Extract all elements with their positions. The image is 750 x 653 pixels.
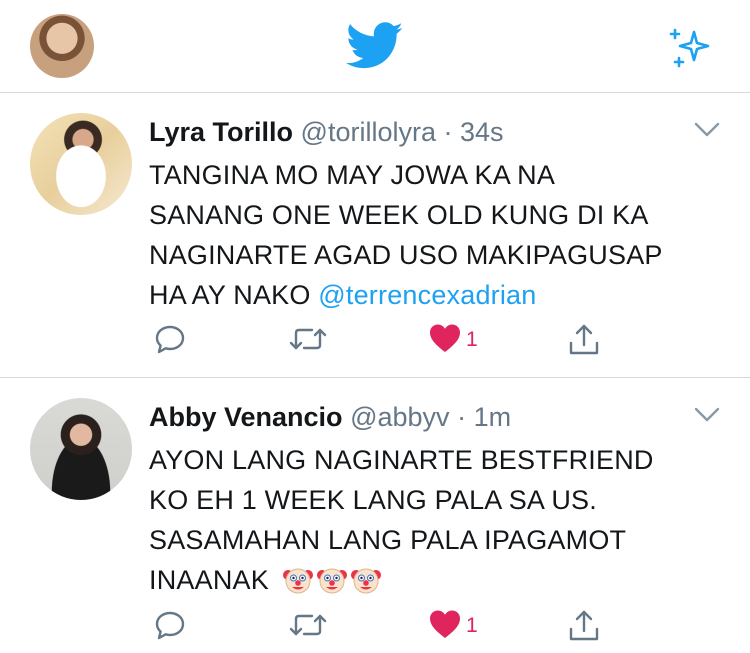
top-header	[0, 0, 750, 93]
chevron-down-icon[interactable]	[694, 121, 720, 139]
twitter-bird-icon[interactable]	[346, 22, 404, 70]
retweet-icon[interactable]	[288, 608, 328, 642]
profile-avatar[interactable]	[30, 14, 94, 78]
retweet-icon[interactable]	[288, 322, 328, 356]
heart-icon[interactable]	[428, 608, 462, 640]
tweet-line: KO EH 1 WEEK LANG PALA SA US.	[149, 485, 597, 515]
reply-icon[interactable]	[153, 322, 187, 356]
tweet-line-text: HA AY NAKO	[149, 280, 311, 310]
sparkle-icon[interactable]	[666, 24, 714, 72]
display-name[interactable]: Lyra Torillo	[149, 117, 293, 147]
tweet-actions: 1	[0, 322, 750, 362]
tweet[interactable]: Lyra Torillo @torillolyra · 34s TANGINA …	[0, 93, 750, 378]
display-name[interactable]: Abby Venancio	[149, 402, 343, 432]
separator-dot: ·	[457, 402, 467, 432]
avatar[interactable]	[30, 398, 132, 500]
tweet-line: AYON LANG NAGINARTE BESTFRIEND	[149, 445, 654, 475]
like-count: 1	[466, 328, 478, 351]
clown-face-emoji	[282, 568, 313, 594]
tweet[interactable]: Abby Venancio @abbyv · 1m AYON LANG NAGI…	[0, 378, 750, 653]
tweet-line-last: HA AY NAKO @terrencexadrian	[149, 275, 729, 315]
clown-face-emoji	[316, 568, 347, 594]
clown-face-emoji	[350, 568, 381, 594]
emoji-group	[282, 565, 381, 595]
timestamp[interactable]: 34s	[460, 117, 504, 147]
user-handle[interactable]: @abbyv	[350, 402, 449, 432]
avatar[interactable]	[30, 113, 132, 215]
timestamp[interactable]: 1m	[474, 402, 512, 432]
separator-dot: ·	[443, 117, 453, 147]
mention-link[interactable]: @terrencexadrian	[318, 280, 536, 310]
tweet-line: SANANG ONE WEEK OLD KUNG DI KA	[149, 200, 649, 230]
share-icon[interactable]	[567, 322, 601, 358]
tweet-text: TANGINA MO MAY JOWA KA NA SANANG ONE WEE…	[149, 155, 729, 315]
tweet-header: Abby Venancio @abbyv · 1m	[149, 400, 511, 434]
user-handle[interactable]: @torillolyra	[301, 117, 436, 147]
tweet-line-text: INAANAK	[149, 565, 269, 595]
tweet-text: AYON LANG NAGINARTE BESTFRIEND KO EH 1 W…	[149, 440, 729, 600]
tweet-line: TANGINA MO MAY JOWA KA NA	[149, 160, 556, 190]
tweet-header: Lyra Torillo @torillolyra · 34s	[149, 115, 504, 149]
tweet-line: SASAMAHAN LANG PALA IPAGAMOT	[149, 525, 627, 555]
heart-icon[interactable]	[428, 322, 462, 354]
tweet-actions: 1	[0, 608, 750, 648]
like-count: 1	[466, 614, 478, 637]
tweet-line: NAGINARTE AGAD USO MAKIPAGUSAP	[149, 240, 663, 270]
tweet-line-last: INAANAK	[149, 560, 729, 600]
reply-icon[interactable]	[153, 608, 187, 642]
chevron-down-icon[interactable]	[694, 406, 720, 424]
share-icon[interactable]	[567, 608, 601, 644]
